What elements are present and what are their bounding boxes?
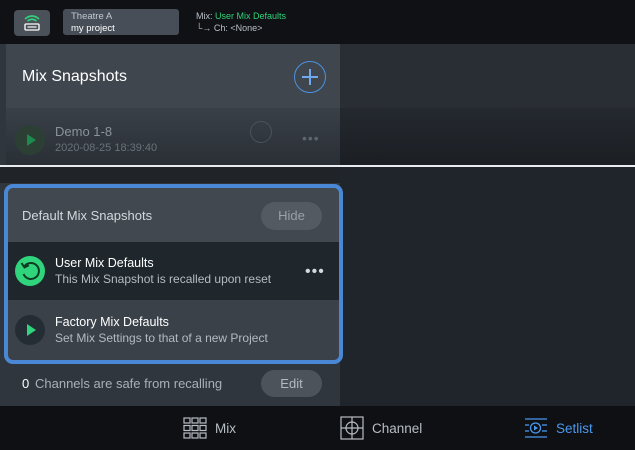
snapshots-title: Mix Snapshots — [22, 68, 127, 85]
mix-value: User Mix Defaults — [215, 11, 287, 21]
add-snapshot-button[interactable] — [294, 61, 326, 93]
tab-setlist-label: Setlist — [556, 420, 593, 436]
tab-setlist[interactable]: Setlist — [524, 406, 593, 450]
channel-status: └→ Ch: <None> — [196, 23, 263, 33]
section-gap — [0, 167, 340, 183]
mix-label: Mix: — [196, 11, 213, 21]
play-icon[interactable] — [15, 125, 45, 155]
wifi-device-icon — [24, 15, 40, 31]
mix-status: Mix: User Mix Defaults └→ Ch: <None> — [196, 10, 286, 34]
project-selector[interactable]: Theatre A my project — [63, 9, 179, 35]
crosshair-icon — [340, 416, 364, 440]
device-button[interactable] — [14, 10, 50, 36]
project-venue: Theatre A — [71, 11, 113, 22]
tab-channel-label: Channel — [372, 420, 423, 436]
detail-header-band — [340, 44, 635, 108]
safe-channel-count: 0 — [22, 376, 30, 391]
tab-channel[interactable]: Channel — [340, 406, 422, 450]
recall-icon[interactable] — [250, 121, 272, 143]
detail-shade — [340, 108, 635, 165]
snapshot-date: 2020-08-25 18:39:40 — [55, 142, 158, 154]
focus-highlight — [4, 184, 343, 364]
snapshot-name: Demo 1-8 — [55, 124, 113, 139]
grid-icon — [183, 417, 207, 439]
snapshot-more-button[interactable]: ••• — [302, 130, 320, 146]
project-name: my project — [71, 23, 115, 34]
edit-button[interactable]: Edit — [261, 370, 322, 397]
setlist-icon — [525, 418, 547, 438]
tab-mix[interactable]: Mix — [183, 406, 236, 450]
safe-channels-text: Channels are safe from recalling — [35, 376, 223, 391]
tab-mix-label: Mix — [215, 420, 236, 436]
